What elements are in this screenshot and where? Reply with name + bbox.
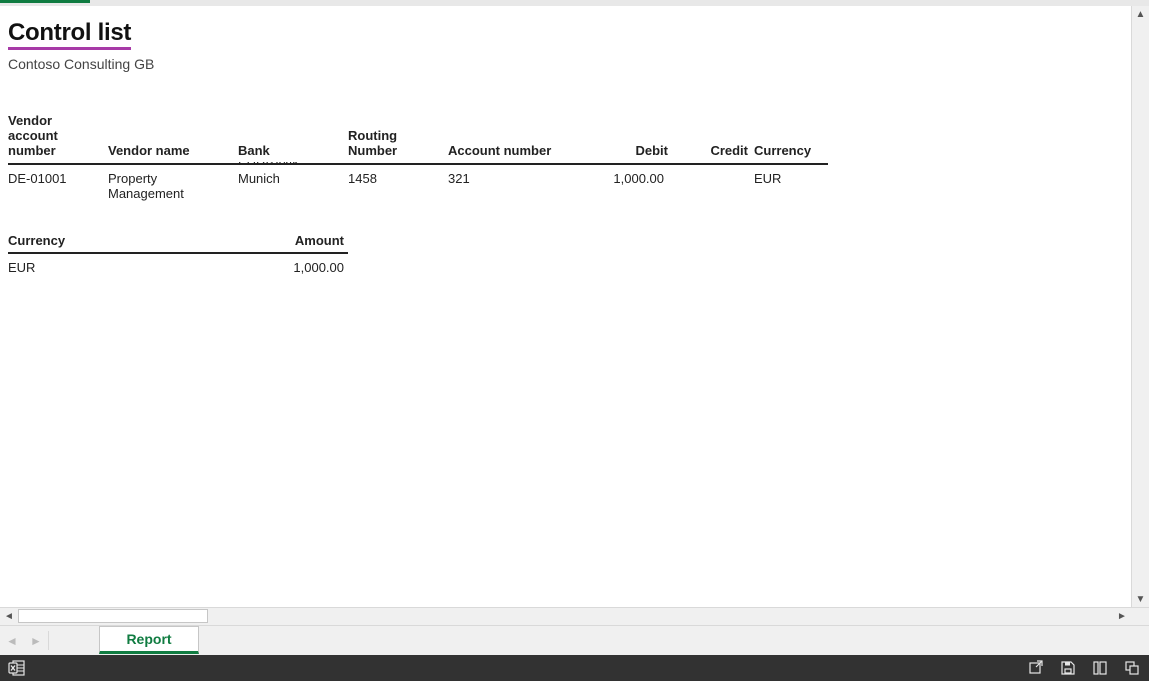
col-debit: Debit	[578, 112, 668, 164]
sheet-nav-buttons: ◄ ►	[0, 626, 48, 655]
fullscreen-icon[interactable]	[1123, 659, 1141, 677]
cell-debit: 1,000.00	[578, 164, 668, 205]
report-title: Control list	[8, 20, 131, 50]
company-name: Contoso Consulting GB	[8, 56, 1123, 72]
status-bar	[0, 655, 1149, 681]
table-row: DE-01001 Property Management EURBANK Mun…	[8, 164, 828, 205]
sheet-nav-spacer	[49, 626, 99, 655]
scroll-up-button[interactable]: ▲	[1133, 6, 1149, 22]
cell-credit	[668, 164, 748, 205]
currency-summary-table: Currency Amount EUR 1,000.00	[8, 231, 348, 279]
cell-vendor-account-number: DE-01001	[8, 164, 108, 205]
cell-routing-number: 1458	[348, 164, 448, 205]
scroll-down-button[interactable]: ▼	[1133, 591, 1149, 607]
scroll-track[interactable]	[1132, 22, 1149, 591]
sheet-tab-rest	[199, 626, 1149, 655]
col-vendor-name: Vendor name	[108, 112, 238, 164]
horizontal-scrollbar[interactable]: ◄ ►	[0, 607, 1149, 625]
cell-account-number: 321	[448, 164, 578, 205]
col-credit: Credit	[668, 112, 748, 164]
scrollbar-corner	[1131, 608, 1149, 626]
cell-currency: EUR	[748, 164, 828, 205]
cell-bank-value: Munich	[238, 171, 280, 186]
col-account-number: Account number	[448, 112, 578, 164]
cell-vendor-name: Property Management	[108, 164, 238, 205]
vendor-payments-table: Vendor account number Vendor name Bank R…	[8, 112, 828, 205]
top-accent	[0, 0, 90, 3]
page-layout-icon[interactable]	[1091, 659, 1109, 677]
save-icon[interactable]	[1059, 659, 1077, 677]
tab-report[interactable]: Report	[99, 626, 199, 654]
hscroll-thumb[interactable]	[18, 609, 208, 623]
cell-bank: EURBANK Munich	[238, 164, 348, 205]
sheet-tab-bar: ◄ ► Report	[0, 625, 1149, 655]
col-currency: Currency	[748, 112, 828, 164]
scroll-left-button[interactable]: ◄	[0, 609, 18, 625]
table-header-row: Vendor account number Vendor name Bank R…	[8, 112, 828, 164]
vertical-scrollbar[interactable]: ▲ ▼	[1131, 6, 1149, 607]
scroll-right-button[interactable]: ►	[1113, 609, 1131, 625]
col-summary-currency: Currency	[8, 231, 228, 253]
report-content: Control list Contoso Consulting GB Vendo…	[0, 6, 1131, 287]
app-root: Control list Contoso Consulting GB Vendo…	[0, 0, 1149, 681]
sheet-nav-next-icon[interactable]: ►	[30, 634, 42, 648]
hscroll-track[interactable]	[18, 608, 1113, 625]
sheet-nav-prev-icon[interactable]: ◄	[6, 634, 18, 648]
share-icon[interactable]	[1027, 659, 1045, 677]
col-vendor-account-number: Vendor account number	[8, 112, 108, 164]
excel-icon[interactable]	[8, 659, 26, 677]
summary-header-row: Currency Amount	[8, 231, 348, 253]
cell-summary-amount: 1,000.00	[228, 253, 348, 279]
report-page: Control list Contoso Consulting GB Vendo…	[0, 6, 1131, 607]
col-summary-amount: Amount	[228, 231, 348, 253]
col-bank: Bank	[238, 112, 348, 164]
col-routing-number: Routing Number	[348, 112, 448, 164]
report-viewport: Control list Contoso Consulting GB Vendo…	[0, 6, 1149, 607]
summary-row: EUR 1,000.00	[8, 253, 348, 279]
cell-summary-currency: EUR	[8, 253, 228, 279]
